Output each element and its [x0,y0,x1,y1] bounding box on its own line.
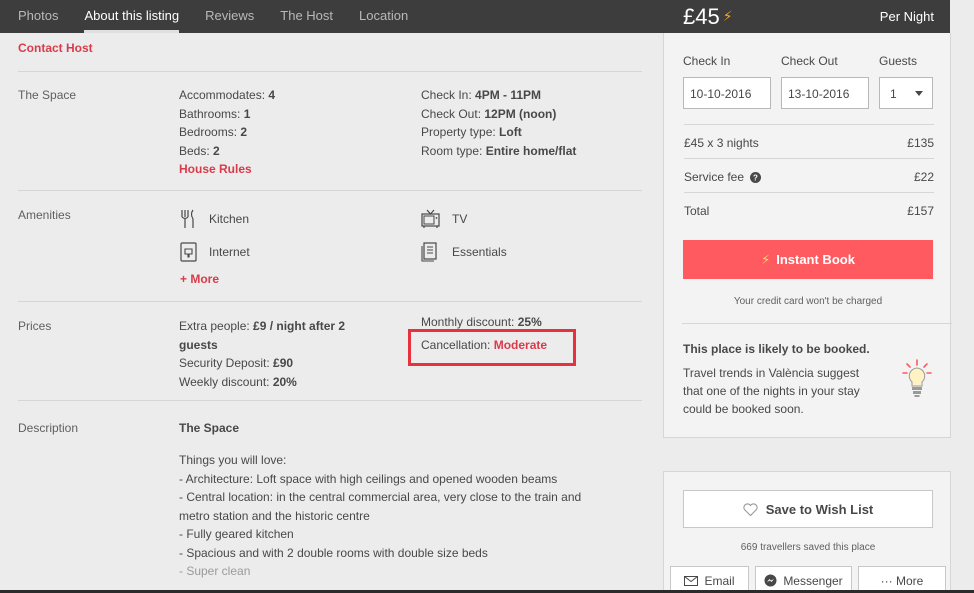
lightning-icon: ⚡ [761,251,771,267]
share-email-button[interactable]: Email [670,566,749,593]
check-out-label: Check Out [781,54,838,68]
accommodates-row: Accommodates: 4 [179,88,276,102]
divider [18,71,642,72]
check-in-label: Check In [683,54,731,68]
check-out-row: Check Out: 12PM (noon) [421,106,557,121]
house-rules-link[interactable]: House Rules [179,160,275,179]
divider [684,192,934,193]
no-charge-note: Your credit card won't be charged [733,296,883,307]
total-value: £157 [907,204,934,218]
divider [18,301,642,302]
essentials-icon [421,242,437,262]
chevron-down-icon [915,91,923,96]
nights-total: £135 [907,136,934,150]
internet-icon [180,242,197,262]
section-label-amenities: Amenities [18,208,71,222]
per-night-label: Per Night [879,9,934,24]
divider [682,323,952,324]
property-type-row: Property type: Loft [421,125,522,139]
tv-icon [421,209,440,228]
description-heading: The Space [179,421,240,435]
kitchen-icon [181,209,194,228]
section-label-prices: Prices [18,319,52,333]
check-out-input[interactable]: 13-10-2016 [781,77,869,109]
security-deposit-row: Security Deposit: £90 [179,356,294,370]
instant-book-bolt-icon: ⚡ [722,8,733,24]
envelope-icon [684,575,699,586]
nights-row: £45 x 3 nights £135 [684,136,934,150]
listing-tab-bar: Photos About this listing Reviews The Ho… [0,0,663,33]
weekly-discount-row: Weekly discount: 20% [179,374,297,389]
saved-count: 669 travellers saved this place [740,542,876,553]
instant-book-label: Instant Book [776,252,855,267]
nightly-price: £45 [683,3,720,29]
price-header: £45 ⚡ Per Night [663,0,950,33]
save-to-wishlist-button[interactable]: Save to Wish List [683,490,933,528]
heart-icon [743,502,758,516]
description-line: - Fully geared kitchen [179,527,294,541]
section-label-description: Description [18,421,79,435]
save-to-wishlist-label: Save to Wish List [765,501,874,517]
amenity-tv: TV [421,209,467,229]
wishlist-panel: Save to Wish List 669 travellers saved t… [663,471,951,593]
amenity-essentials: Essentials [421,242,507,262]
share-more-label: ··· More [880,573,924,588]
instant-book-button[interactable]: ⚡ Instant Book [683,240,933,279]
nights-label: £45 x 3 nights [684,136,759,150]
beds-row: Beds: 2 [179,143,220,158]
extra-people-row-cont: guests [179,337,218,352]
lightbulb-icon [902,359,932,397]
booking-panel: Check In Check Out Guests 10-10-2016 13-… [663,33,952,438]
description-line: - Super clean [179,564,251,578]
tab-location[interactable]: Location [359,0,408,33]
description-text: Things you will love: - Architecture: Lo… [179,451,581,581]
tab-about-this-listing[interactable]: About this listing [84,0,179,33]
share-messenger-label: Messenger [783,573,843,588]
messenger-icon [764,574,777,587]
check-in-input[interactable]: 10-10-2016 [683,77,771,109]
description-line: - Spacious and with 2 double rooms with … [179,545,488,560]
total-row: Total £157 [684,204,934,218]
bedrooms-row: Bedrooms: 2 [179,125,248,139]
description-line: - Central location: in the central comme… [179,490,582,504]
service-fee-total: £22 [913,170,934,184]
space-details-right: Check In: 4PM - 11PM Check Out: 12PM (no… [421,86,576,160]
guests-select[interactable]: 1 [879,77,933,109]
guests-label: Guests [879,54,918,68]
bathrooms-row: Bathrooms: 1 [179,106,251,121]
cancellation-highlight-box [408,329,576,366]
prices-left: Extra people: £9 / night after 2 guests … [179,317,345,391]
svg-text:?: ? [753,174,758,183]
service-fee-row: Service fee ? £22 [684,170,934,184]
check-in-row: Check In: 4PM - 11PM [421,88,542,102]
amenity-kitchen: Kitchen [180,209,249,229]
guests-value: 1 [890,87,897,101]
description-line: - Architecture: Loft space with high cei… [179,471,558,486]
tab-photos[interactable]: Photos [18,0,58,33]
share-email-label: Email [704,573,735,588]
total-label: Total [684,204,710,218]
space-details-left: Accommodates: 4 Bathrooms: 1 Bedrooms: 2… [179,86,275,179]
extra-people-row: Extra people: £9 / night after 2 [179,319,346,333]
tab-the-host[interactable]: The Host [280,0,333,33]
section-label-space: The Space [18,88,77,102]
share-more-button[interactable]: ··· More [858,566,946,593]
divider [18,400,642,401]
room-type-row: Room type: Entire home/flat [421,143,577,158]
description-line: Things you will love: [179,453,287,467]
divider [684,158,934,159]
amenity-internet: Internet [180,242,250,262]
likely-booked-text: Travel trends in València suggest that o… [683,366,860,416]
contact-host-link[interactable]: Contact Host [18,41,93,55]
share-messenger-button[interactable]: Messenger [755,566,852,593]
amenities-more-link[interactable]: + More [180,272,219,286]
help-icon[interactable]: ? [750,172,762,183]
description-line: metro station and the historic centre [179,508,370,523]
divider [18,190,642,191]
divider [684,124,934,125]
tab-reviews[interactable]: Reviews [205,0,254,33]
service-fee-label-wrap: Service fee ? [684,170,762,184]
likely-booked-title: This place is likely to be booked. [683,342,870,356]
